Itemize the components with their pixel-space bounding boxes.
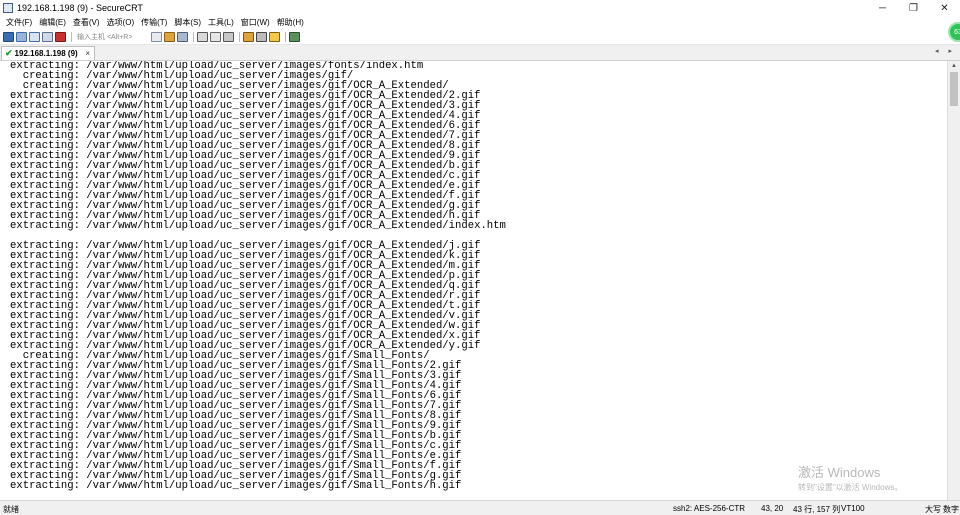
help-icon[interactable] <box>269 31 280 42</box>
script-icon[interactable] <box>289 31 300 42</box>
session-tab-label: 192.168.1.198 (9) <box>14 49 78 58</box>
connected-check-icon: ✔ <box>5 48 13 58</box>
paste-icon[interactable] <box>164 31 175 42</box>
watermark-subtitle: 转到"设置"以激活 Windows。 <box>798 483 903 492</box>
toolbar: 输入主机 <Alt+R> <box>0 29 960 45</box>
menu-window[interactable]: 窗口(W) <box>241 17 270 28</box>
title-bar: 192.168.1.198 (9) - SecureCRT ─ ❐ ✕ <box>0 0 960 16</box>
status-bar: 就绪 ssh2: AES-256-CTR 43, 20 43 行, 157 列 … <box>0 500 960 515</box>
tab-scroll-arrows[interactable]: ◂ ▸ <box>935 47 956 55</box>
toolbar-separator <box>71 31 72 42</box>
find-icon[interactable] <box>177 31 188 42</box>
quick-connect-input[interactable]: 输入主机 <Alt+R> <box>77 32 145 42</box>
menu-script[interactable]: 脚本(S) <box>174 17 201 28</box>
status-ready: 就绪 <box>3 505 19 514</box>
menu-help[interactable]: 帮助(H) <box>277 17 304 28</box>
toolbar-separator <box>285 31 286 42</box>
menu-options[interactable]: 选项(O) <box>107 17 135 28</box>
scroll-up-icon[interactable]: ▲ <box>948 61 960 71</box>
menu-bar: 文件(F) 编辑(E) 查看(V) 选项(O) 传输(T) 脚本(S) 工具(L… <box>0 16 960 29</box>
keymap-icon[interactable] <box>256 31 267 42</box>
window-title: 192.168.1.198 (9) - SecureCRT <box>17 3 143 13</box>
print-setup-icon[interactable] <box>210 31 221 42</box>
status-terminal-size: 43 行, 157 列 <box>793 505 841 514</box>
toolbar-separator <box>193 31 194 42</box>
status-terminal-type: VT100 <box>841 504 865 513</box>
scrollbar-thumb[interactable] <box>950 72 958 106</box>
session-options-icon[interactable] <box>223 31 234 42</box>
menu-edit[interactable]: 编辑(E) <box>39 17 66 28</box>
menu-view[interactable]: 查看(V) <box>73 17 100 28</box>
toolbar-separator <box>239 31 240 42</box>
session-tab-bar: ✔ 192.168.1.198 (9) × ◂ ▸ <box>0 45 960 61</box>
connect-icon[interactable] <box>3 31 14 42</box>
terminal-output[interactable]: extracting: /var/www/html/upload/uc_serv… <box>0 61 947 500</box>
close-button[interactable]: ✕ <box>929 0 960 16</box>
quick-connect-icon[interactable] <box>16 31 27 42</box>
minimize-button[interactable]: ─ <box>867 0 898 16</box>
copy-icon[interactable] <box>151 31 162 42</box>
status-cursor-position: 43, 20 <box>761 504 784 513</box>
menu-file[interactable]: 文件(F) <box>6 17 32 28</box>
window-controls: ─ ❐ ✕ <box>867 0 960 16</box>
securecrt-app-icon <box>3 3 13 13</box>
disconnect-icon[interactable] <box>55 31 66 42</box>
status-num-lock: 数字 <box>943 505 959 514</box>
restore-button[interactable]: ❐ <box>898 0 929 16</box>
terminal-scrollbar[interactable]: ▲ <box>947 61 960 500</box>
watermark-title: 激活 Windows <box>798 465 881 480</box>
status-caps-lock: 大写 <box>925 505 941 514</box>
menu-transfer[interactable]: 传输(T) <box>141 17 167 28</box>
menu-tools[interactable]: 工具(L) <box>208 17 234 28</box>
terminal-line: extracting: /var/www/html/upload/uc_serv… <box>10 220 506 232</box>
print-icon[interactable] <box>197 31 208 42</box>
status-protocol: ssh2: AES-256-CTR <box>673 504 746 513</box>
session-tab[interactable]: ✔ 192.168.1.198 (9) × <box>1 46 95 60</box>
tab-close-icon[interactable]: × <box>85 49 90 58</box>
reconnect-icon[interactable] <box>42 31 53 42</box>
connect-tab-icon[interactable] <box>29 31 40 42</box>
sftp-icon[interactable] <box>243 31 254 42</box>
terminal-lines: extracting: /var/www/html/upload/uc_serv… <box>0 61 947 491</box>
windows-activation-watermark: 激活 Windows 转到"设置"以激活 Windows。 <box>798 462 902 493</box>
